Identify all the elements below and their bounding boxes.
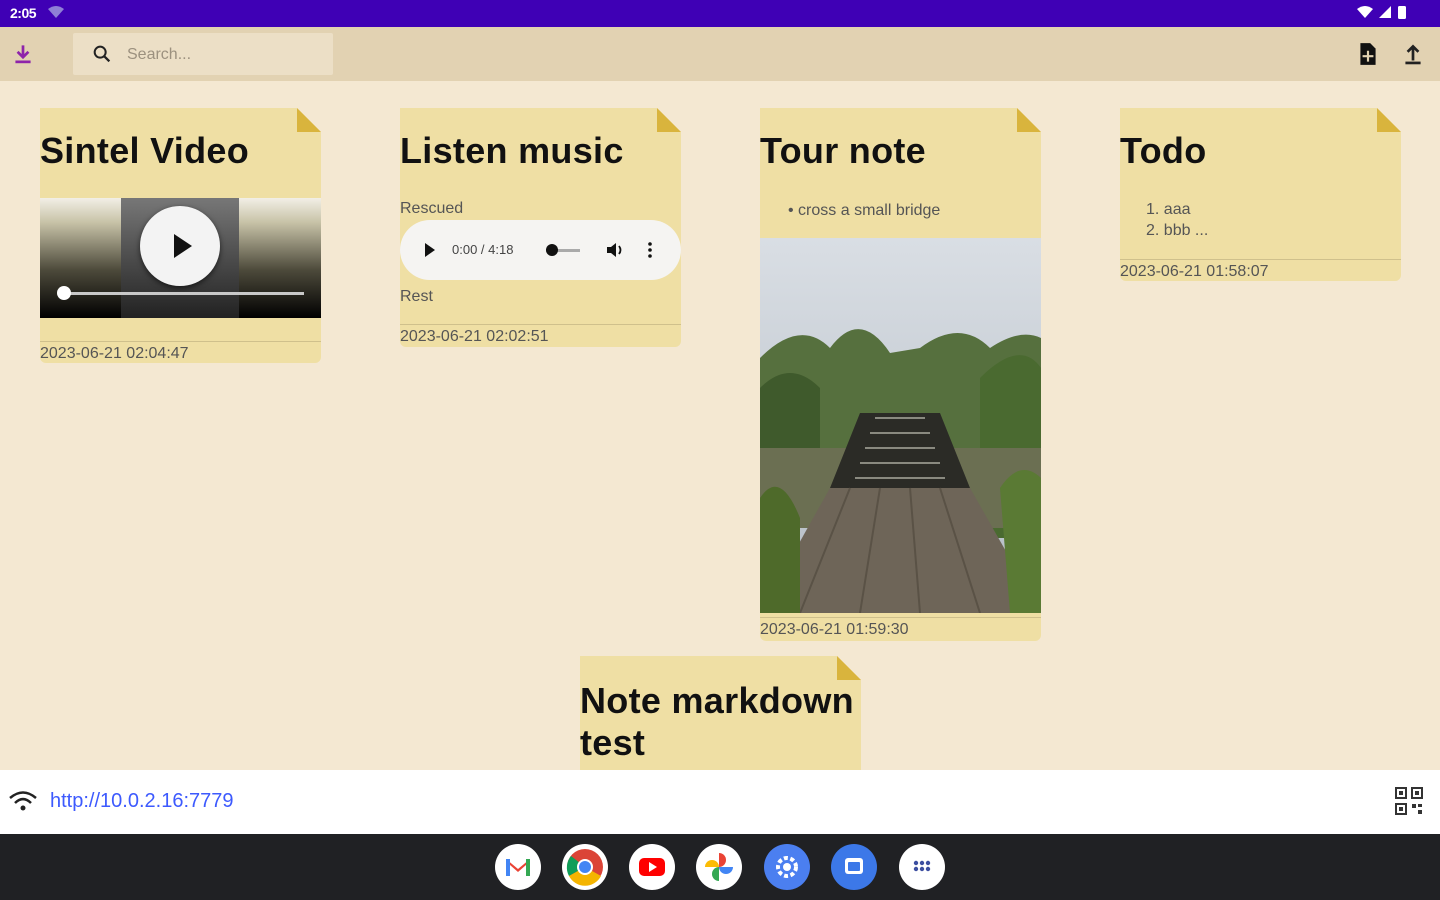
note-text: Rescued <box>400 200 464 217</box>
note-title-line2: test <box>580 722 646 763</box>
files-icon[interactable] <box>831 844 877 890</box>
taskbar <box>0 834 1440 900</box>
gmail-icon[interactable] <box>495 844 541 890</box>
status-time: 2:05 <box>10 5 37 21</box>
bullet-text: cross a small bridge <box>798 202 941 219</box>
note-card[interactable]: Note markdown test <box>580 656 861 770</box>
note-title: Todo <box>1120 130 1207 171</box>
note-title: Note markdown <box>580 680 854 721</box>
wifi-signal-icon <box>1357 6 1373 18</box>
photos-icon[interactable] <box>696 844 742 890</box>
qr-code-icon[interactable] <box>1395 787 1423 815</box>
all-apps-icon[interactable] <box>899 844 945 890</box>
cell-signal-icon <box>1379 6 1391 18</box>
note-title: Tour note <box>760 130 927 171</box>
audio-player[interactable]: 0:00 / 4:18 <box>400 220 681 280</box>
note-card[interactable]: Todo 1. aaa 2. bbb ... 2023-06-21 01:58:… <box>1120 108 1401 281</box>
fold-corner <box>1017 108 1041 132</box>
battery-icon <box>1398 6 1406 19</box>
fold-corner <box>657 108 681 132</box>
fold-corner <box>837 656 861 680</box>
audio-progress-knob[interactable] <box>546 244 558 256</box>
youtube-icon[interactable] <box>629 844 675 890</box>
note-date: 2023-06-21 01:59:30 <box>760 617 1041 639</box>
play-button[interactable] <box>140 206 220 286</box>
status-bar: 2:05 <box>0 0 1440 27</box>
note-bullet: • cross a small bridge <box>788 202 941 219</box>
note-card[interactable]: Listen music Rescued 0:00 / 4:18 Rest 20… <box>400 108 681 347</box>
search-box <box>73 33 333 75</box>
audio-time: 0:00 / 4:18 <box>452 242 514 257</box>
note-text: Rest <box>400 288 433 305</box>
video-seek-knob[interactable] <box>57 286 71 300</box>
download-icon[interactable] <box>10 41 36 67</box>
wifi-status-icon <box>48 6 64 18</box>
todo-item: 2. bbb ... <box>1146 222 1209 239</box>
todo-item: 1. aaa <box>1146 201 1191 218</box>
audio-play-icon[interactable] <box>425 243 435 257</box>
fold-corner <box>297 108 321 132</box>
wifi-icon <box>9 791 37 811</box>
note-title: Sintel Video <box>40 130 249 171</box>
upload-icon[interactable] <box>1400 41 1426 67</box>
new-note-icon[interactable] <box>1355 41 1381 67</box>
note-card[interactable]: Sintel Video 2023-06-21 02:04:47 <box>40 108 321 363</box>
note-date: 2023-06-21 02:04:47 <box>40 341 321 363</box>
search-input[interactable] <box>125 42 324 68</box>
server-url-link[interactable]: http://10.0.2.16:7779 <box>50 790 234 813</box>
top-toolbar <box>0 27 1440 81</box>
video-player[interactable] <box>40 198 321 318</box>
bridge-photo[interactable] <box>760 238 1041 613</box>
search-icon <box>93 45 111 63</box>
note-title: Listen music <box>400 130 624 171</box>
volume-icon[interactable] <box>605 241 625 259</box>
settings-icon[interactable] <box>764 844 810 890</box>
video-seek-bar[interactable] <box>64 292 304 295</box>
server-url-bar: http://10.0.2.16:7779 <box>0 770 1440 834</box>
note-card[interactable]: Tour note • cross a small bridge 2023-06… <box>760 108 1041 641</box>
note-date: 2023-06-21 01:58:07 <box>1120 259 1401 281</box>
more-options-icon[interactable] <box>647 241 653 259</box>
fold-corner <box>1377 108 1401 132</box>
note-date: 2023-06-21 02:02:51 <box>400 324 681 346</box>
chrome-icon[interactable] <box>562 844 608 890</box>
